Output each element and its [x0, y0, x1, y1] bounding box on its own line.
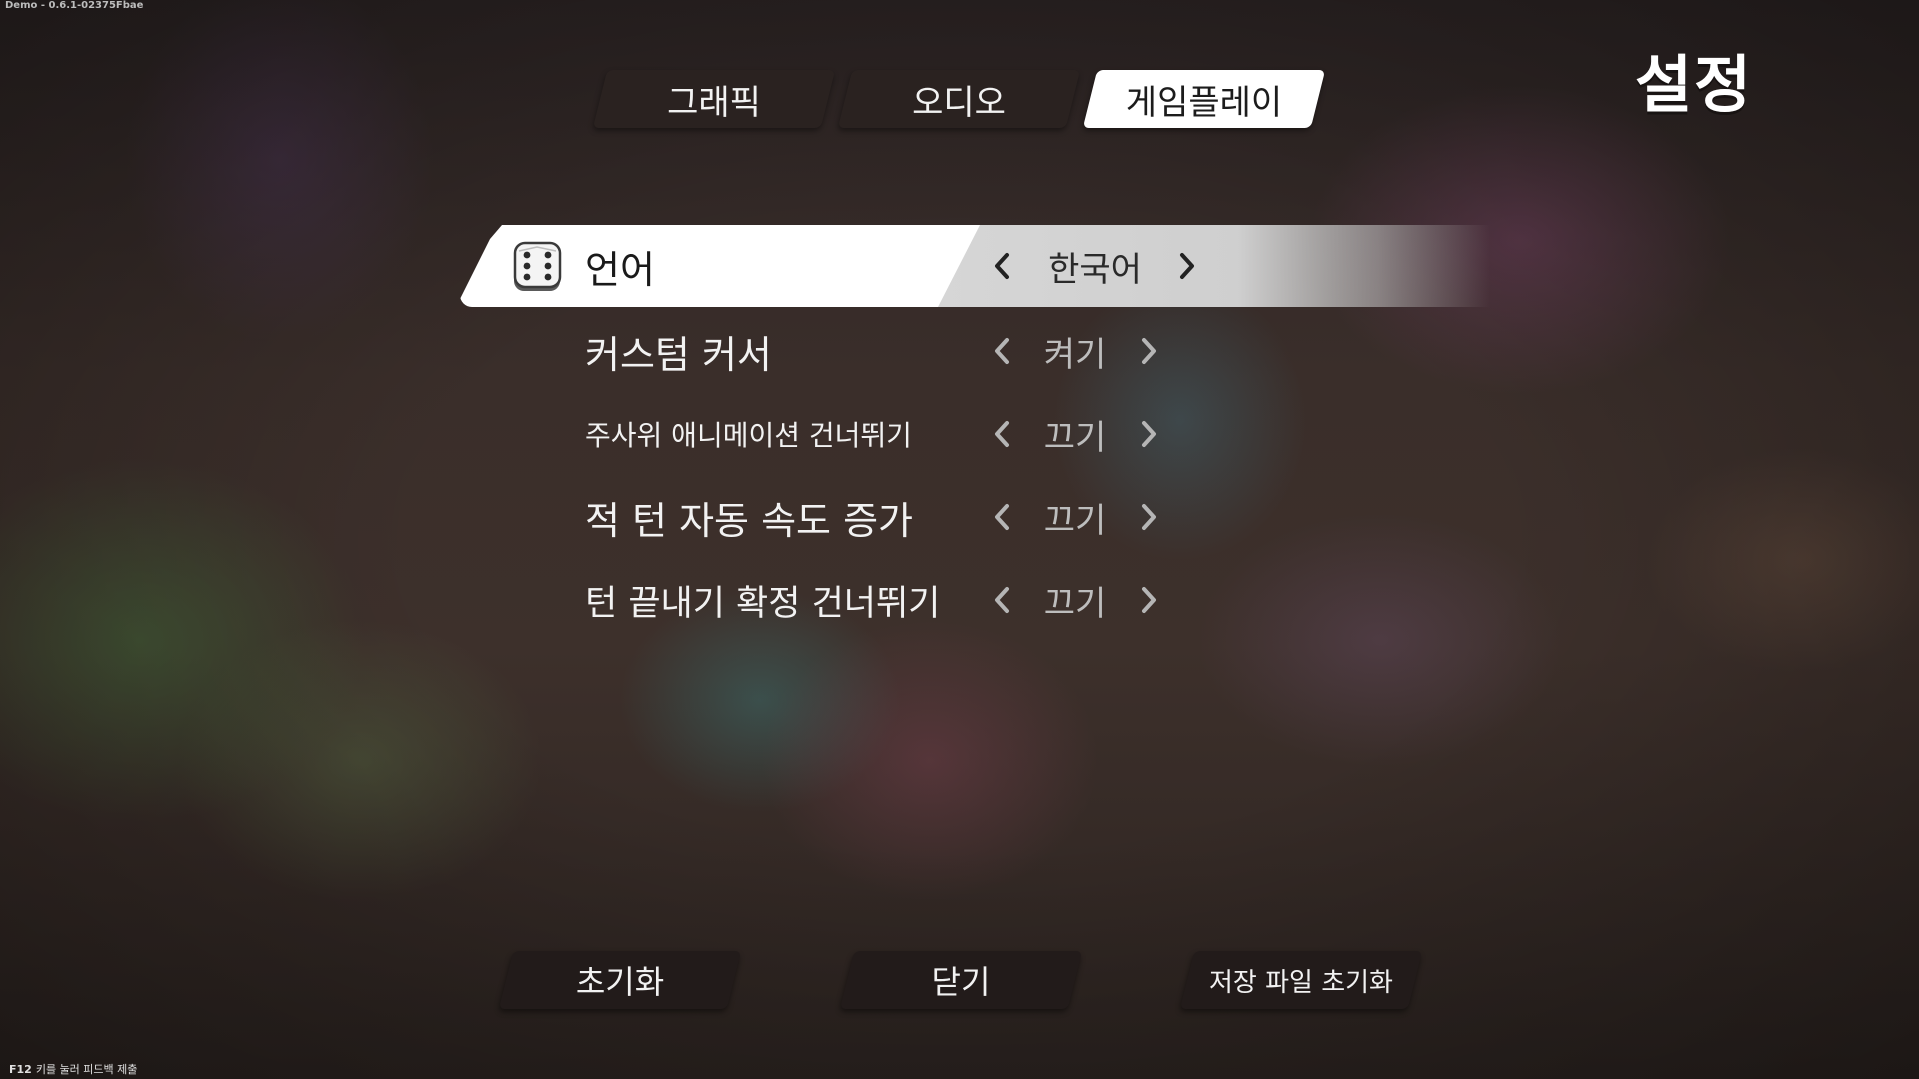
setting-value: 끄기 — [1043, 417, 1107, 458]
close-button[interactable]: 닫기 — [847, 951, 1075, 1009]
setting-value: 켜기 — [1043, 334, 1107, 375]
setting-label: 주사위 애니메이션 건너뛰기 — [585, 419, 912, 452]
setting-label: 커스텀 커서 — [585, 332, 772, 377]
chevron-left-icon[interactable] — [987, 226, 1017, 306]
reset-button-label: 초기화 — [575, 963, 665, 1001]
tab-label: 그래픽 — [667, 82, 761, 123]
chevron-left-icon[interactable] — [987, 477, 1017, 557]
setting-value: 끄기 — [1043, 500, 1107, 541]
chevron-right-icon[interactable] — [1134, 311, 1164, 391]
chevron-right-icon[interactable] — [1134, 477, 1164, 557]
page-title: 설정 — [1635, 48, 1754, 121]
setting-value: 끄기 — [1043, 583, 1107, 624]
setting-row-enemy-turn-speedup[interactable]: 적 턴 자동 속도 증가 끄기 — [0, 477, 1919, 557]
reset-button[interactable]: 초기화 — [506, 951, 734, 1009]
setting-label: 언어 — [585, 247, 655, 292]
tab-gameplay[interactable]: 게임플레이 — [1090, 70, 1318, 128]
tab-label: 게임플레이 — [1125, 82, 1283, 123]
tab-graphics[interactable]: 그래픽 — [600, 70, 828, 128]
setting-row-custom-cursor[interactable]: 커스텀 커서 켜기 — [0, 311, 1919, 391]
chevron-left-icon[interactable] — [987, 394, 1017, 474]
setting-label: 턴 끝내기 확정 건너뛰기 — [585, 583, 941, 624]
dice-icon — [513, 241, 562, 291]
feedback-hint: F12 키를 눌러 피드백 제출 — [9, 1061, 137, 1077]
chevron-right-icon[interactable] — [1134, 560, 1164, 640]
feedback-hint-key: F12 — [9, 1063, 32, 1076]
game-settings-screen: Demo - 0.6.1-02375Fbae 설정 그래픽 오디오 게임플레이 … — [0, 0, 1919, 1079]
setting-row-language[interactable]: 언어 한국어 — [0, 226, 1919, 306]
build-version-label: Demo - 0.6.1-02375Fbae — [5, 0, 144, 11]
chevron-right-icon[interactable] — [1134, 394, 1164, 474]
tab-label: 오디오 — [912, 82, 1006, 123]
chevron-right-icon[interactable] — [1172, 226, 1202, 306]
close-button-label: 닫기 — [931, 963, 991, 1001]
reset-save-file-button-label: 저장 파일 초기화 — [1209, 967, 1393, 998]
setting-value: 한국어 — [1048, 249, 1142, 290]
setting-label: 적 턴 자동 속도 증가 — [585, 498, 913, 543]
setting-row-skip-end-turn-confirm[interactable]: 턴 끝내기 확정 건너뛰기 끄기 — [0, 560, 1919, 640]
feedback-hint-text: 키를 눌러 피드백 제출 — [35, 1063, 138, 1076]
chevron-left-icon[interactable] — [987, 311, 1017, 391]
chevron-left-icon[interactable] — [987, 560, 1017, 640]
tab-audio[interactable]: 오디오 — [845, 70, 1073, 128]
setting-row-skip-dice-animation[interactable]: 주사위 애니메이션 건너뛰기 끄기 — [0, 394, 1919, 474]
reset-save-file-button[interactable]: 저장 파일 초기화 — [1187, 951, 1415, 1009]
